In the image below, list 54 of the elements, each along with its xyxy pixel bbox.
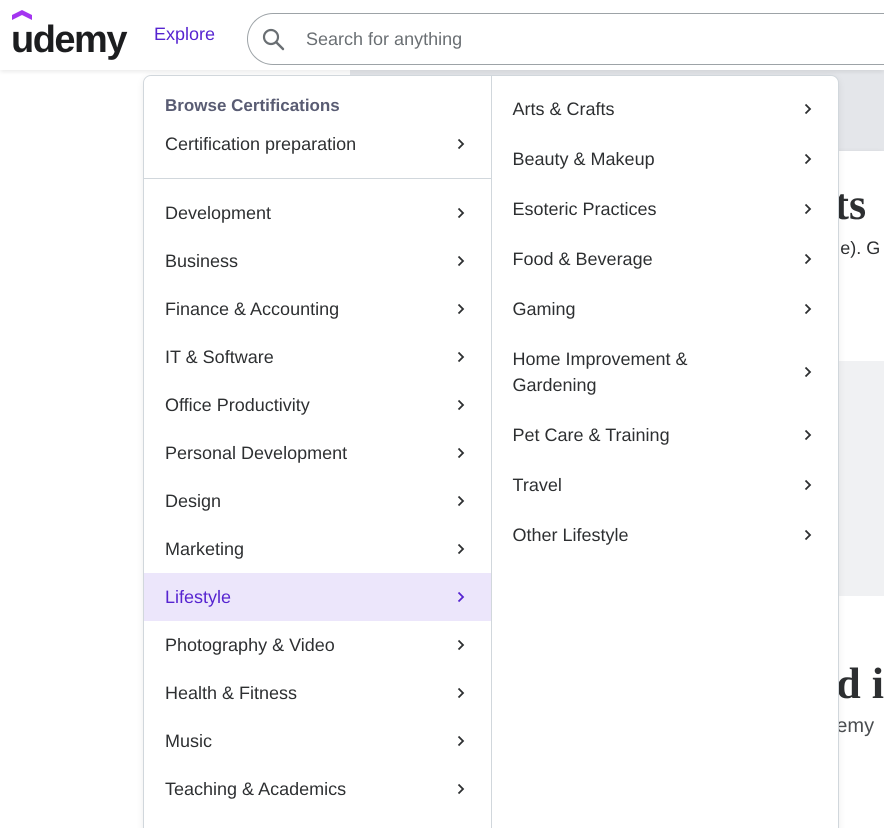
menu-item[interactable]: Business: [144, 237, 490, 285]
menu-item[interactable]: Arts & Crafts: [492, 84, 838, 134]
menu-item[interactable]: Marketing: [144, 525, 490, 573]
chevron-icon: [804, 479, 812, 491]
menu-item[interactable]: Finance & Accounting: [144, 285, 490, 333]
chevron-icon: [456, 591, 464, 603]
menu-item[interactable]: Development: [144, 189, 490, 237]
chevron-icon: [456, 255, 464, 267]
section-title: Browse Certifications: [164, 95, 341, 117]
explore-link[interactable]: Explore: [154, 24, 216, 44]
chevron-icon: [804, 103, 812, 115]
chevron-icon: [804, 429, 812, 441]
menu-item[interactable]: Other Lifestyle: [492, 510, 838, 560]
chevron-icon: [456, 783, 464, 795]
chevron-icon: [456, 351, 464, 363]
logo[interactable]: udemy: [11, 10, 126, 60]
chevron-icon: [804, 153, 812, 165]
chevron-icon: [456, 207, 464, 219]
menu-item[interactable]: Pet Care & Training: [492, 410, 838, 460]
menu-item[interactable]: Esoteric Practices: [492, 184, 838, 234]
menu-item[interactable]: Travel: [492, 460, 838, 510]
graduation-cap-icon: [12, 10, 32, 20]
menu-item[interactable]: Health & Fitness: [144, 669, 490, 717]
chevron-icon: [804, 253, 812, 265]
chevron-icon: [804, 366, 812, 378]
heading: d i: [836, 658, 884, 709]
menu-item[interactable]: Home Improvement & Gardening: [492, 334, 838, 410]
chevron-icon: [804, 303, 812, 315]
chevron-icon: [804, 529, 812, 541]
chevron-icon: [456, 735, 464, 747]
menu-item[interactable]: Design: [144, 477, 490, 525]
menu-item[interactable]: Teaching & Academics: [144, 765, 490, 813]
chevron-icon: [456, 399, 464, 411]
search-icon: [261, 27, 286, 51]
menu-item[interactable]: Certification preparation: [144, 120, 490, 168]
menu-item[interactable]: Lifestyle: [144, 573, 490, 621]
menu-item[interactable]: IT & Software: [144, 333, 490, 381]
chevron-icon: [456, 138, 464, 150]
menu-item[interactable]: Gaming: [492, 284, 838, 334]
body-text: e). G: [840, 238, 880, 259]
menu-item[interactable]: Personal Development: [144, 429, 490, 477]
search-field[interactable]: Search for anything: [247, 13, 884, 65]
menu-item[interactable]: Music: [144, 717, 490, 765]
chevron-icon: [804, 203, 812, 215]
menu-item[interactable]: Photography & Video: [144, 621, 490, 669]
chevron-icon: [456, 495, 464, 507]
chevron-icon: [456, 543, 464, 555]
chevron-icon: [456, 303, 464, 315]
menu-item[interactable]: Office Productivity: [144, 381, 490, 429]
menu-item[interactable]: Food & Beverage: [492, 234, 838, 284]
chevron-icon: [456, 639, 464, 651]
chevron-icon: [456, 687, 464, 699]
chevron-icon: [456, 447, 464, 459]
menu-item[interactable]: Beauty & Makeup: [492, 134, 838, 184]
